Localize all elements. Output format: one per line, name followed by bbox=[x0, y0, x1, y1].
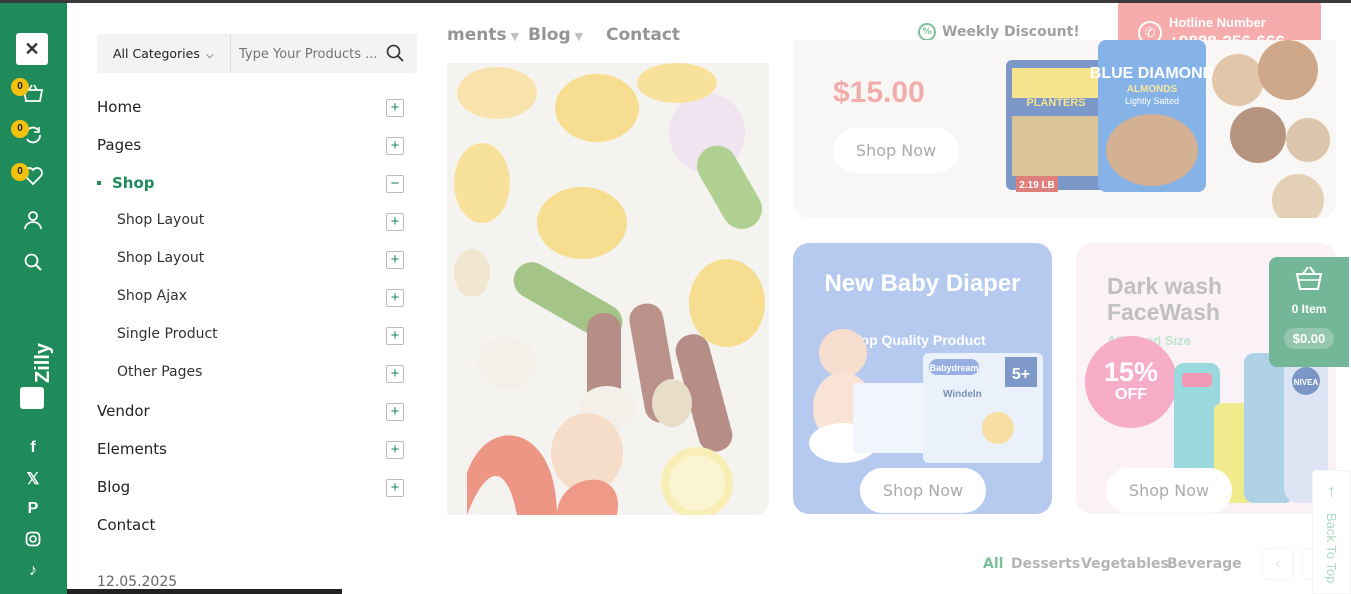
bottom-dark-bar bbox=[67, 589, 342, 594]
menu-item-vendor[interactable]: Vendor + bbox=[97, 399, 407, 423]
expand-toggle[interactable]: + bbox=[386, 327, 404, 345]
side-menu-drawer: All Categories ⌵ Home+ Pages+ Shop− Shop… bbox=[67, 3, 447, 594]
user-icon[interactable] bbox=[20, 210, 46, 236]
menu-item-pages[interactable]: Pages + bbox=[97, 133, 407, 157]
expand-toggle[interactable]: + bbox=[386, 251, 404, 269]
wishlist-count-badge: 0 bbox=[11, 163, 29, 181]
search-bar: All Categories ⌵ bbox=[97, 34, 417, 73]
search-input[interactable] bbox=[239, 43, 385, 65]
left-icon-rail: ✕ 0 0 0 Zilly f 𝕏 P ♪ bbox=[0, 3, 67, 594]
compare-count-badge: 0 bbox=[11, 120, 29, 138]
expand-toggle[interactable]: + bbox=[386, 441, 404, 459]
expand-toggle[interactable]: + bbox=[386, 479, 404, 497]
menu-item-elements[interactable]: Elements + bbox=[97, 437, 407, 461]
pinterest-icon[interactable]: P bbox=[22, 500, 44, 518]
x-twitter-icon[interactable]: 𝕏 bbox=[22, 469, 44, 489]
expand-toggle[interactable]: + bbox=[386, 99, 404, 117]
expand-toggle[interactable]: + bbox=[386, 365, 404, 383]
category-select[interactable]: All Categories ⌵ bbox=[97, 34, 231, 73]
menu-item-contact[interactable]: Contact bbox=[97, 513, 407, 537]
submenu-item-shop-ajax[interactable]: Shop Ajax + bbox=[97, 285, 407, 309]
cart-count-badge: 0 bbox=[11, 78, 29, 96]
search-icon[interactable] bbox=[385, 43, 405, 63]
active-indicator bbox=[97, 181, 101, 185]
submenu-item-other-pages[interactable]: Other Pages + bbox=[97, 361, 407, 385]
submenu-item-shop-layout-2[interactable]: Shop Layout + bbox=[97, 247, 407, 271]
chevron-down-icon: ⌵ bbox=[202, 50, 214, 61]
expand-toggle[interactable]: + bbox=[386, 137, 404, 155]
facebook-icon[interactable]: f bbox=[22, 439, 44, 457]
page-overlay[interactable] bbox=[447, 3, 1351, 594]
window-top-border bbox=[0, 0, 1351, 3]
expand-toggle[interactable]: + bbox=[386, 289, 404, 307]
submenu-item-shop-layout[interactable]: Shop Layout + bbox=[97, 209, 407, 233]
collapse-toggle[interactable]: − bbox=[386, 175, 404, 193]
menu-item-home[interactable]: Home + bbox=[97, 95, 407, 119]
shopping-bag-icon bbox=[20, 387, 44, 409]
submenu-item-single-product[interactable]: Single Product + bbox=[97, 323, 407, 347]
brand-logo[interactable]: Zilly bbox=[14, 343, 54, 413]
expand-toggle[interactable]: + bbox=[386, 403, 404, 421]
tiktok-icon[interactable]: ♪ bbox=[22, 562, 44, 580]
close-drawer-button[interactable]: ✕ bbox=[16, 33, 48, 65]
instagram-icon[interactable] bbox=[22, 531, 44, 552]
date-text: 12.05.2025 bbox=[97, 574, 178, 590]
menu-item-shop[interactable]: Shop − bbox=[97, 171, 407, 195]
menu-item-blog[interactable]: Blog + bbox=[97, 475, 407, 499]
expand-toggle[interactable]: + bbox=[386, 213, 404, 231]
search-icon[interactable] bbox=[20, 252, 46, 278]
